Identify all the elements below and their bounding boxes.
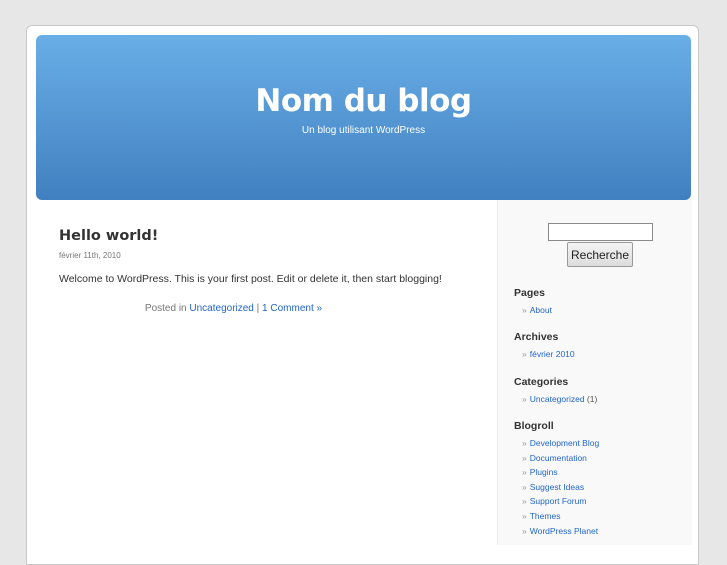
archives-heading: Archives [514, 331, 559, 343]
list-item: » WordPress Planet [522, 524, 599, 539]
blogroll-link[interactable]: Themes [530, 511, 561, 521]
blogroll-link[interactable]: Suggest Ideas [530, 482, 584, 492]
list-item: » Uncategorized (1) [522, 392, 597, 407]
list-item: » Suggest Ideas [522, 480, 599, 495]
bullet-icon: » [522, 394, 527, 404]
bullet-icon: » [522, 305, 527, 315]
bullet-icon: » [522, 510, 527, 521]
archive-link[interactable]: février 2010 [530, 349, 575, 359]
comments-link[interactable]: 1 Comment » [262, 303, 322, 314]
search-button[interactable]: Recherche [567, 242, 633, 267]
post-date: février 11th, 2010 [59, 251, 121, 260]
blogroll-link[interactable]: WordPress Planet [530, 526, 598, 536]
list-item: » Plugins [522, 465, 599, 480]
list-item: » Support Forum [522, 494, 599, 509]
post-body: Welcome to WordPress. This is your first… [59, 273, 442, 285]
bullet-icon: » [522, 481, 527, 492]
bullet-icon: » [522, 438, 527, 448]
pages-heading: Pages [514, 287, 545, 299]
list-item: » février 2010 [522, 347, 575, 362]
page-link-about[interactable]: About [530, 305, 552, 315]
pages-list: » About [522, 303, 552, 318]
blogroll-heading: Blogroll [514, 420, 554, 432]
category-link[interactable]: Uncategorized [189, 303, 253, 314]
sidebar: Recherche Pages » About Archives » février… [497, 200, 692, 545]
post-title-link[interactable]: Hello world! [59, 228, 479, 244]
blogroll-link[interactable]: Support Forum [530, 496, 587, 506]
list-item: » Themes [522, 509, 599, 524]
blogroll-link[interactable]: Plugins [530, 467, 558, 477]
blogroll-link[interactable]: Development Blog [530, 438, 599, 448]
list-item: » Development Blog [522, 436, 599, 451]
search-input[interactable] [548, 223, 653, 241]
blog-header: Nom du blog Un blog utilisant WordPress [36, 35, 691, 200]
bullet-icon: » [522, 349, 527, 359]
posted-in-label: Posted in [144, 303, 187, 314]
blog-title-link[interactable]: Nom du blog [36, 83, 691, 119]
meta-separator: | [256, 303, 260, 314]
blogroll-link[interactable]: Documentation [530, 453, 587, 463]
post-meta: Posted in Uncategorized | 1 Comment » [59, 303, 408, 314]
bullet-icon: » [522, 496, 527, 507]
category-count: (1) [586, 394, 598, 404]
blogroll-list: » Development Blog » Documentation » Plugin… [522, 436, 599, 538]
category-link-uncategorized[interactable]: Uncategorized [530, 394, 585, 404]
list-item: » About [522, 303, 552, 318]
bullet-icon: » [522, 467, 527, 478]
bullet-icon: » [522, 525, 527, 536]
main-content: Hello world! février 11th, 2010 Welcome … [59, 228, 479, 314]
blog-description: Un blog utilisant WordPress [301, 125, 426, 136]
categories-heading: Categories [514, 376, 569, 388]
archives-list: » février 2010 [522, 347, 575, 362]
bullet-icon: » [522, 452, 527, 463]
categories-list: » Uncategorized (1) [522, 392, 597, 407]
list-item: » Documentation [522, 451, 599, 466]
